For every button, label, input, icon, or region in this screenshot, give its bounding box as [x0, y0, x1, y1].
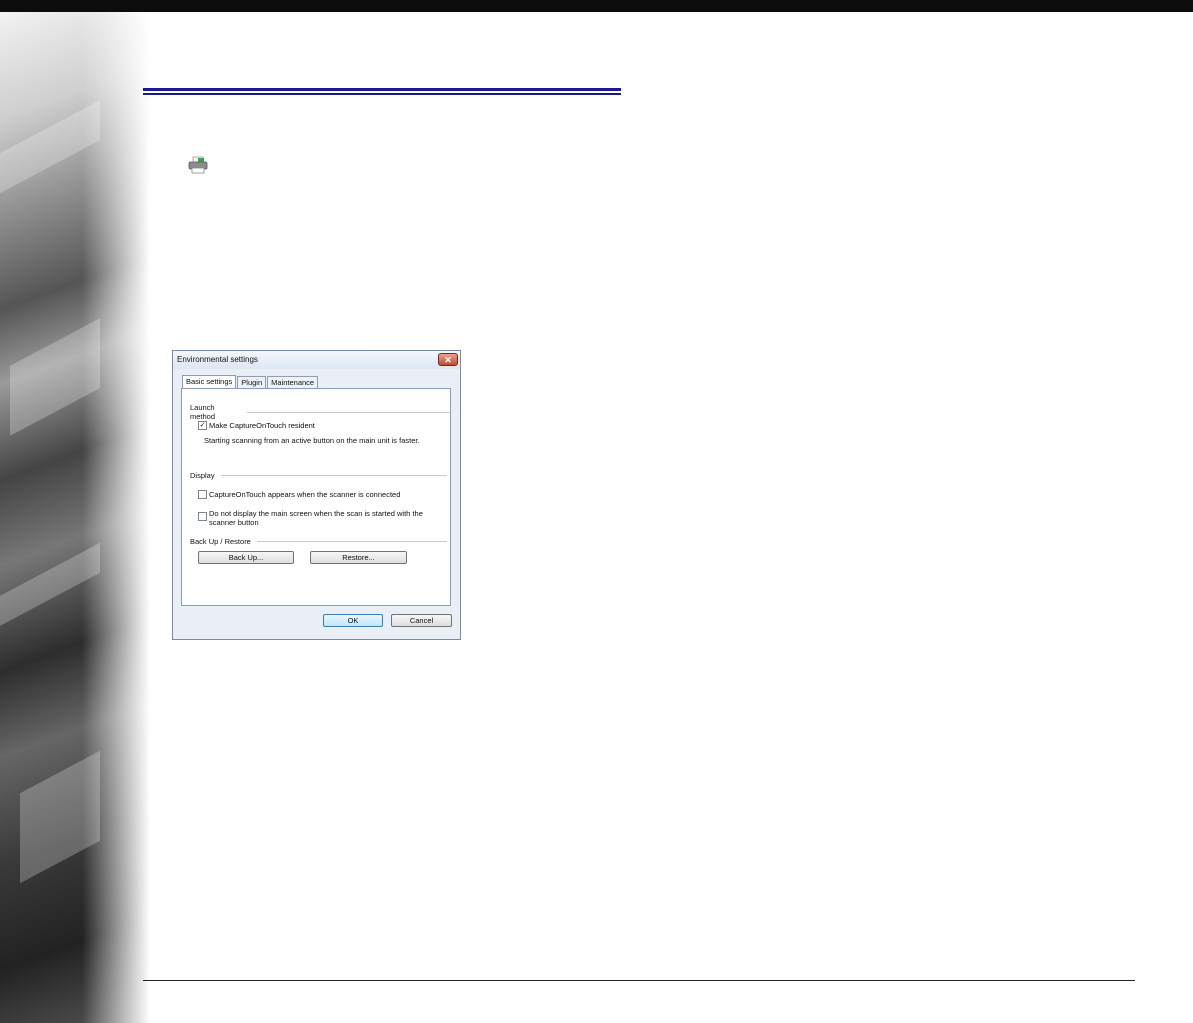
dialog-title: Environmental settings	[177, 355, 258, 364]
title-rule	[143, 88, 621, 95]
appear-checkbox-row[interactable]: CaptureOnTouch appears when the scanner …	[198, 490, 400, 499]
appear-checkbox[interactable]	[198, 490, 207, 499]
printer-icon	[188, 156, 208, 174]
side-decoration	[0, 12, 150, 1023]
no-main-checkbox-row[interactable]: Do not display the main screen when the …	[198, 509, 444, 527]
no-main-checkbox-label: Do not display the main screen when the …	[209, 509, 423, 527]
divider	[246, 411, 450, 413]
resident-checkbox[interactable]: ✓	[198, 421, 207, 430]
launch-method-group: Launch method	[190, 403, 450, 421]
resident-checkbox-row[interactable]: ✓ Make CaptureOnTouch resident	[198, 421, 315, 430]
tab-basic-settings[interactable]: Basic settings	[182, 375, 237, 389]
divider	[220, 475, 447, 476]
footer-rule	[143, 980, 1135, 981]
backup-restore-heading: Back Up / Restore	[190, 537, 251, 546]
resident-checkbox-label: Make CaptureOnTouch resident	[209, 421, 315, 430]
backup-button[interactable]: Back Up...	[198, 551, 294, 564]
appear-checkbox-label: CaptureOnTouch appears when the scanner …	[209, 490, 401, 499]
cancel-button[interactable]: Cancel	[391, 614, 452, 627]
top-bar	[0, 0, 1193, 12]
no-main-checkbox[interactable]	[198, 512, 207, 521]
environmental-settings-dialog: Environmental settings ✕ Basic settings …	[172, 350, 461, 640]
close-icon[interactable]: ✕	[438, 353, 458, 366]
tab-panel: Launch method ✓ Make CaptureOnTouch resi…	[181, 388, 451, 606]
ok-button[interactable]: OK	[323, 614, 383, 627]
dialog-titlebar: Environmental settings ✕	[173, 351, 460, 369]
display-group: Display	[190, 471, 447, 480]
display-heading: Display	[190, 471, 215, 480]
restore-button[interactable]: Restore...	[310, 551, 407, 564]
backup-restore-group: Back Up / Restore	[190, 537, 447, 546]
divider	[256, 541, 447, 542]
launch-method-heading: Launch method	[190, 403, 216, 421]
launch-note: Starting scanning from an active button …	[204, 436, 420, 445]
